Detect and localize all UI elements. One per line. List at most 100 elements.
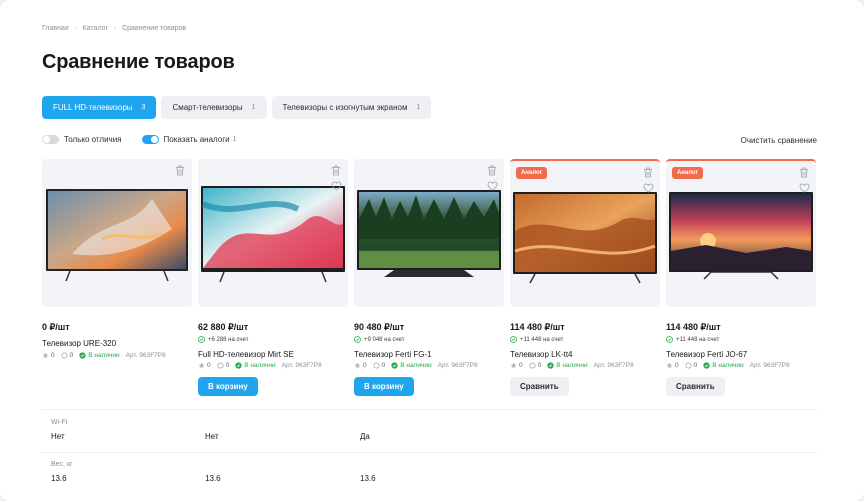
- analog-badge: Аналог: [516, 167, 548, 179]
- switch-off[interactable]: [42, 135, 59, 144]
- heart-icon[interactable]: [643, 183, 654, 193]
- trash-icon[interactable]: [175, 165, 185, 176]
- toggle-label: Только отличия: [64, 135, 122, 144]
- bonus-text: +11 448 на счет: [520, 336, 564, 343]
- article-number: Арт. 963F7P8: [437, 362, 478, 369]
- bonus-points: +11 448 на счет: [510, 336, 563, 343]
- product-name[interactable]: Телевизор Ferti JO-67: [666, 350, 747, 359]
- bonus-points: +6 288 на счет: [198, 336, 248, 343]
- spec-value: 13.6: [51, 474, 67, 483]
- product-name[interactable]: Телевизор LK-tt4: [510, 350, 573, 359]
- bonus-text: +9 048 на счет: [364, 336, 405, 343]
- check-circle-icon: [391, 362, 398, 369]
- stock-status: В наличии: [244, 362, 276, 369]
- tab-smart[interactable]: Смарт-телевизоры 1: [161, 96, 267, 119]
- spec-value: 13.6: [360, 474, 376, 483]
- comment-icon: [61, 352, 68, 359]
- rating-value: 0: [51, 352, 55, 359]
- product-image[interactable]: [354, 159, 504, 307]
- product-image[interactable]: Аналог: [510, 159, 660, 307]
- bonus-icon: [510, 336, 517, 343]
- show-analogs-toggle[interactable]: Показать аналоги 1: [141, 135, 237, 144]
- toggle-count: 1: [232, 136, 237, 143]
- bonus-icon: [354, 336, 361, 343]
- spec-value: 13.6: [205, 474, 221, 483]
- spec-value: Да: [360, 432, 370, 441]
- bonus-text: +6 288 на счет: [208, 336, 249, 343]
- heart-icon[interactable]: [799, 183, 810, 193]
- divider: [42, 409, 817, 410]
- star-icon: [42, 352, 49, 359]
- stock-status: В наличии: [400, 362, 432, 369]
- product-name[interactable]: Телевизор URE-320: [42, 339, 116, 348]
- switch-on[interactable]: [141, 135, 159, 144]
- product-price: 114 480 ₽/шт: [666, 322, 721, 332]
- star-icon: [510, 362, 517, 369]
- bonus-icon: [666, 336, 673, 343]
- tab-label: Смарт-телевизоры: [172, 103, 243, 112]
- trash-icon[interactable]: [643, 167, 653, 178]
- product-image[interactable]: [198, 159, 348, 307]
- product-price: 62 880 ₽/шт: [198, 322, 249, 332]
- comment-icon: [217, 362, 224, 369]
- product-card: 90 480 ₽/шт +9 048 на счет Телевизор Fer…: [354, 159, 504, 396]
- tab-count: 3: [141, 104, 146, 111]
- product-card: Аналог 114 480 ₽/шт +11 448 на счет Теле…: [510, 159, 660, 396]
- product-name[interactable]: Full HD-телевизор Mirt SE: [198, 350, 294, 359]
- compare-button[interactable]: Сравнить: [510, 377, 569, 396]
- tab-label: FULL HD-телевизоры: [53, 103, 133, 112]
- breadcrumb-item-home[interactable]: Главная: [42, 25, 69, 32]
- product-meta: 0 0 В наличии Арт. 963F7P8: [666, 362, 796, 369]
- star-icon: [666, 362, 673, 369]
- bonus-icon: [198, 336, 205, 343]
- spec-label-wifi: Wi-Fi: [51, 419, 68, 426]
- product-price: 90 480 ₽/шт: [354, 322, 405, 332]
- product-card: Аналог 114 480 ₽/шт +11 448 на счет Теле…: [666, 159, 816, 396]
- clear-comparison-link[interactable]: Очистить сравнение: [741, 136, 817, 145]
- star-icon: [198, 362, 205, 369]
- spec-value: Нет: [51, 432, 65, 441]
- page: Главная › Каталог › Сравнение товаров Ср…: [0, 0, 864, 501]
- product-card: 62 880 ₽/шт +6 288 на счет Full HD-телев…: [198, 159, 348, 396]
- spec-value: Нет: [205, 432, 219, 441]
- product-meta: 0 0 В наличии Арт. 963F7P8: [42, 352, 172, 359]
- breadcrumb-separator-icon: ›: [74, 25, 77, 32]
- heart-icon[interactable]: [331, 181, 342, 191]
- article-number: Арт. 963F7P8: [125, 352, 166, 359]
- reviews-value: 0: [381, 362, 386, 369]
- tv-image: [201, 186, 345, 283]
- category-tabs: FULL HD-телевизоры 3 Смарт-телевизоры 1 …: [42, 96, 432, 119]
- product-meta: 0 0 В наличии Арт. 963F7P8: [198, 362, 328, 369]
- divider: [42, 452, 817, 453]
- bonus-points: +11 448 на счет: [666, 336, 719, 343]
- trash-icon[interactable]: [799, 167, 809, 178]
- tv-image: [669, 192, 813, 280]
- add-to-cart-button[interactable]: В корзину: [198, 377, 258, 396]
- compare-button[interactable]: Сравнить: [666, 377, 725, 396]
- bonus-points: +9 048 на счет: [354, 336, 404, 343]
- product-card: 0 ₽/шт Телевизор URE-320 0 0 В наличии А…: [42, 159, 192, 359]
- tab-full-hd[interactable]: FULL HD-телевизоры 3: [42, 96, 157, 119]
- reviews-value: 0: [225, 362, 230, 369]
- reviews-value: 0: [69, 352, 74, 359]
- check-circle-icon: [547, 362, 554, 369]
- only-differences-toggle[interactable]: Только отличия: [42, 135, 122, 144]
- comment-icon: [373, 362, 380, 369]
- product-name[interactable]: Телевизор Ferti FG-1: [354, 350, 432, 359]
- trash-icon[interactable]: [487, 165, 497, 176]
- breadcrumb-item-catalog[interactable]: Каталог: [83, 25, 108, 32]
- tab-curved[interactable]: Телевизоры с изогнутым экраном 1: [271, 96, 432, 119]
- product-image[interactable]: Аналог: [666, 159, 816, 307]
- trash-icon[interactable]: [331, 165, 341, 176]
- comment-icon: [529, 362, 536, 369]
- product-image[interactable]: [42, 159, 192, 307]
- add-to-cart-button[interactable]: В корзину: [354, 377, 414, 396]
- stock-status: В наличии: [712, 362, 744, 369]
- article-number: Арт. 963F7P8: [281, 362, 322, 369]
- heart-icon[interactable]: [487, 181, 498, 191]
- comment-icon: [685, 362, 692, 369]
- rating-value: 0: [519, 362, 523, 369]
- product-price: 0 ₽/шт: [42, 322, 70, 332]
- reviews-value: 0: [537, 362, 542, 369]
- tab-label: Телевизоры с изогнутым экраном: [282, 103, 408, 112]
